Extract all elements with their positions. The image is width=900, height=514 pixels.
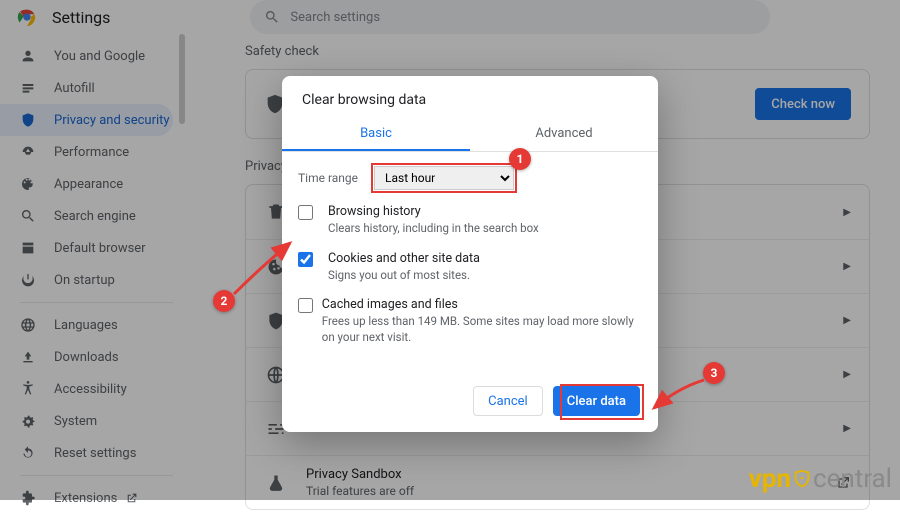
tab-basic[interactable]: Basic: [282, 118, 470, 151]
checkbox-browsing-history[interactable]: [298, 205, 313, 220]
option-cached[interactable]: Cached images and filesFrees up less tha…: [282, 293, 658, 355]
tab-advanced[interactable]: Advanced: [470, 118, 658, 151]
time-range-label: Time range: [298, 171, 358, 185]
cancel-button[interactable]: Cancel: [473, 386, 543, 416]
checkbox-cookies[interactable]: [298, 252, 313, 267]
option-cookies[interactable]: Cookies and other site dataSigns you out…: [282, 247, 658, 294]
watermark: vpncentral: [749, 464, 892, 494]
annotation-badge-1: 1: [509, 148, 531, 170]
clear-browsing-data-dialog: Clear browsing data Basic Advanced Time …: [282, 76, 658, 432]
annotation-arrow-2: [230, 238, 300, 298]
time-range-select[interactable]: Last hour: [374, 166, 514, 190]
annotation-arrow-3: [648, 378, 708, 418]
option-browsing-history[interactable]: Browsing historyClears history, includin…: [282, 200, 658, 247]
clear-data-button[interactable]: Clear data: [553, 386, 640, 416]
checkbox-cached[interactable]: [298, 298, 313, 313]
watermark-shield-icon: [791, 468, 813, 490]
dialog-title: Clear browsing data: [282, 76, 658, 118]
